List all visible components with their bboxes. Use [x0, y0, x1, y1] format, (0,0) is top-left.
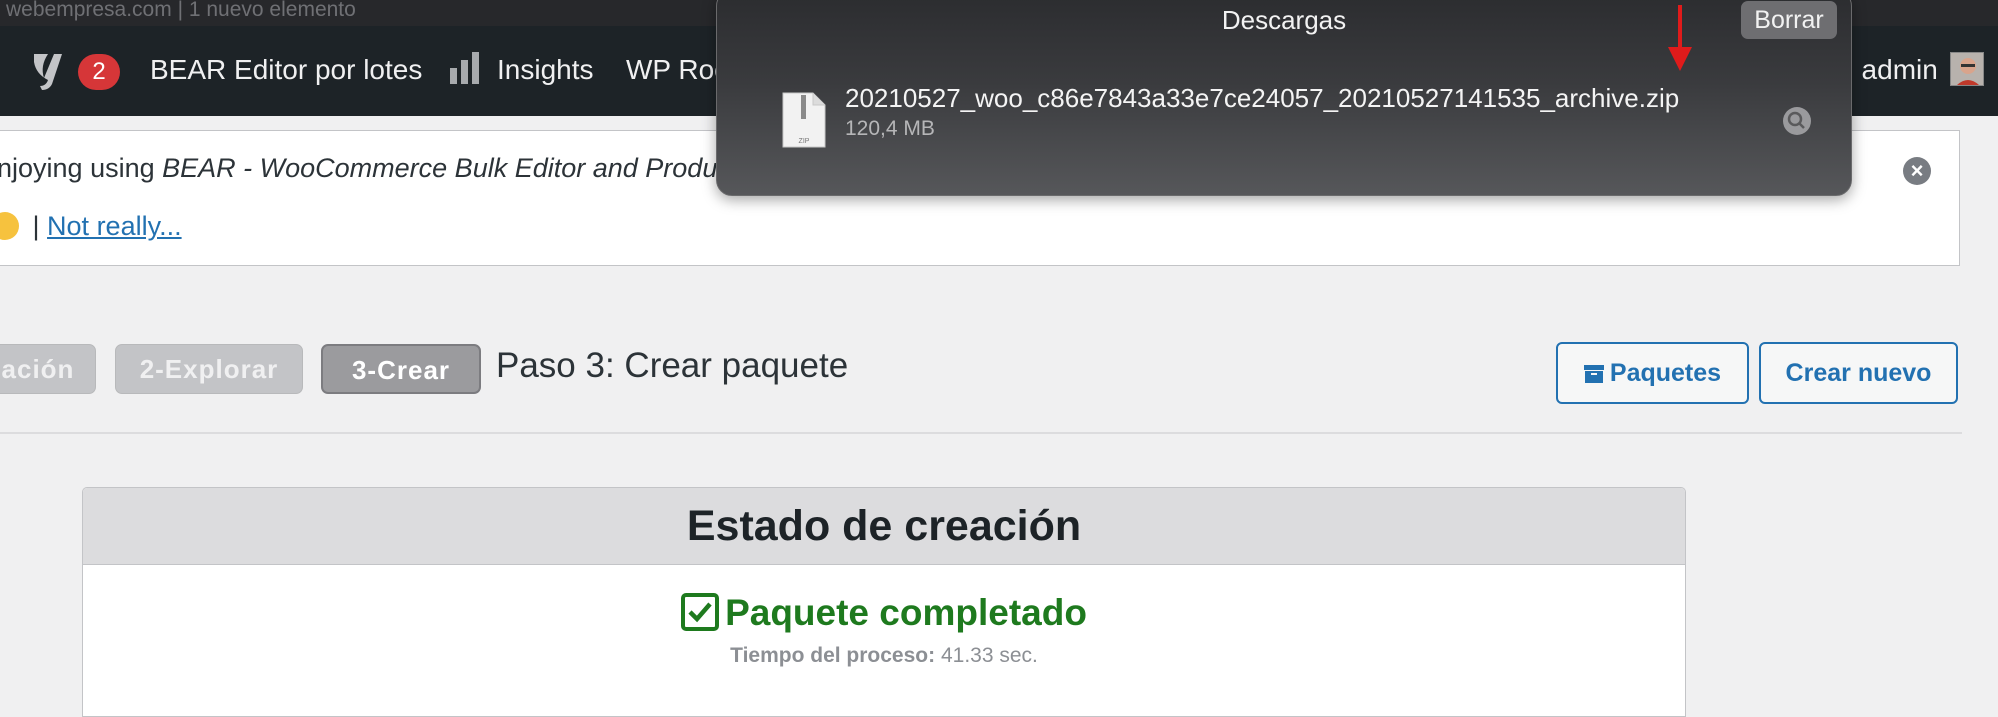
my-account-menu[interactable]: , admin — [1846, 50, 1938, 90]
step-3-create-button[interactable]: 3-Crear — [321, 344, 481, 394]
step-title: Paso 3: Crear paquete — [496, 346, 849, 385]
zip-file-icon[interactable]: ZIP — [781, 91, 827, 149]
zip-label: ZIP — [799, 138, 810, 145]
avatar[interactable] — [1950, 52, 1984, 86]
tab-title: webempresa.com | 1 nuevo elemento — [6, 0, 356, 21]
not-really-link[interactable]: Not really... — [47, 211, 182, 241]
notice-separator: | — [32, 211, 40, 241]
yoast-icon[interactable] — [30, 48, 66, 92]
smiley-icon[interactable] — [0, 212, 19, 240]
build-status-panel: Estado de creación Paquete completado Ti… — [82, 487, 1686, 717]
wp-rocket-menu[interactable]: WP Roc — [626, 50, 728, 90]
status-line: Paquete completado — [83, 592, 1685, 634]
process-time-label: Tiempo del proceso: — [730, 644, 936, 667]
insights-menu[interactable]: Insights — [497, 50, 594, 90]
process-time: Tiempo del proceso: 41.33 sec. — [83, 644, 1685, 668]
insights-bar-chart-icon — [450, 52, 479, 84]
reveal-in-finder-icon[interactable] — [1783, 107, 1811, 135]
step-1-button[interactable]: ación — [0, 344, 96, 394]
create-new-button[interactable]: Crear nuevo — [1759, 342, 1958, 404]
panel-title: Estado de creación — [83, 488, 1685, 565]
bear-editor-menu[interactable]: BEAR Editor por lotes — [150, 50, 422, 90]
notification-count-badge[interactable]: 2 — [78, 54, 120, 90]
magnifier-icon — [1787, 111, 1805, 129]
avatar-image — [1957, 58, 1979, 85]
divider — [0, 432, 1962, 434]
archive-box-icon — [1583, 365, 1604, 383]
plugin-name: BEAR - WooCommerce Bulk Editor and Produ — [162, 153, 718, 183]
notice-actions: | Not really... — [0, 211, 182, 242]
status-text: Paquete completado — [725, 592, 1087, 633]
clear-downloads-button[interactable]: Borrar — [1741, 1, 1837, 39]
download-file-name[interactable]: 20210527_woo_c86e7843a33e7ce24057_202105… — [845, 83, 1679, 114]
checkbox-checked-icon — [681, 593, 720, 631]
packages-button[interactable]: Paquetes — [1556, 342, 1749, 404]
dismiss-notice-icon[interactable]: × — [1903, 157, 1931, 185]
notice-text-prefix: njoying using — [0, 153, 163, 183]
notice-message: njoying using BEAR - WooCommerce Bulk Ed… — [0, 153, 717, 184]
download-file-size: 120,4 MB — [845, 117, 935, 140]
process-time-value: 41.33 sec. — [940, 644, 1038, 667]
step-2-explore-button[interactable]: 2-Explorar — [115, 344, 303, 394]
annotation-arrow-icon — [1668, 5, 1692, 71]
downloads-popover: Descargas Borrar ZIP 20210527_woo_c86e78… — [716, 0, 1852, 196]
packages-button-label: Paquetes — [1609, 359, 1722, 387]
